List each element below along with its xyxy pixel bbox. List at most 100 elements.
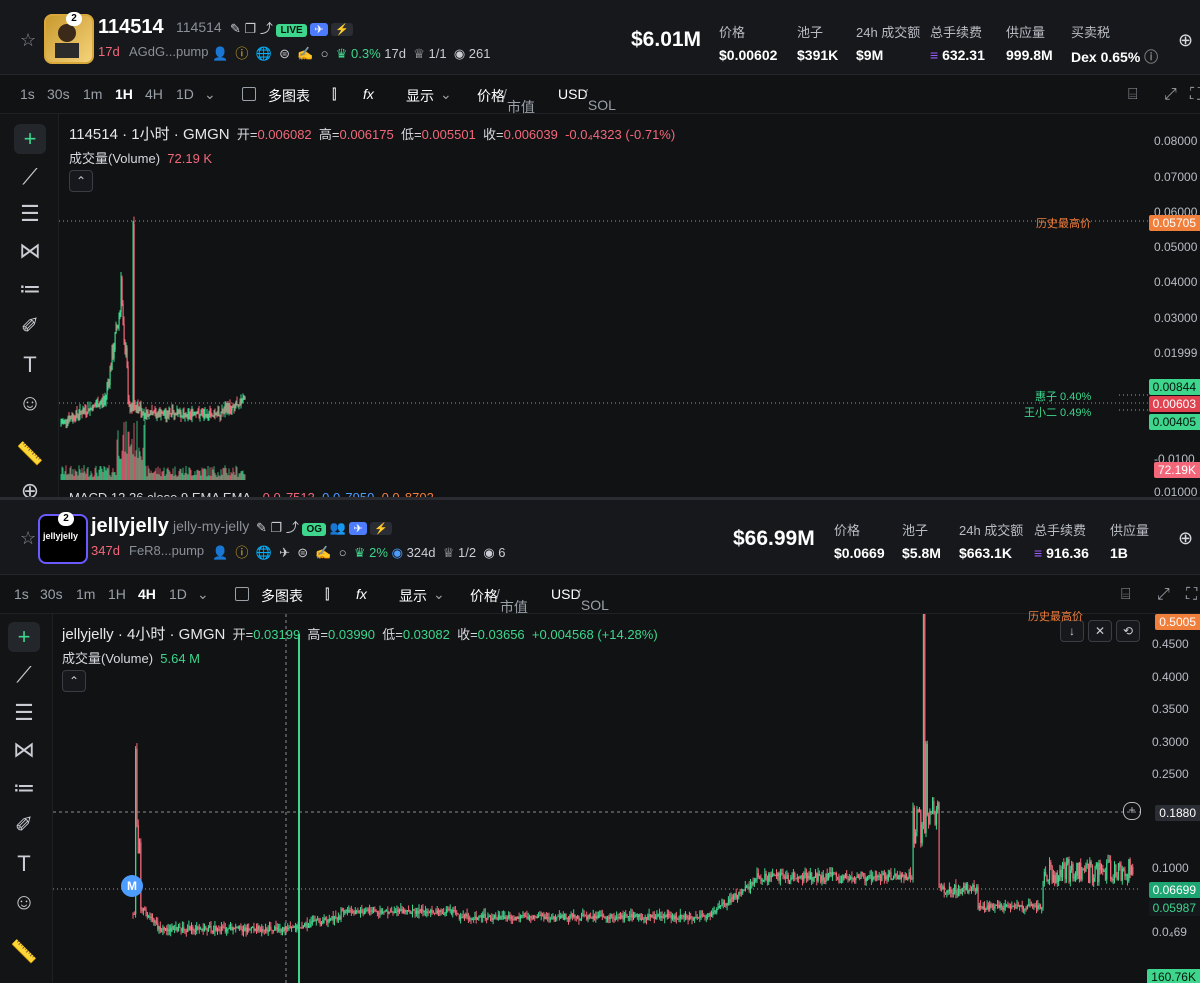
text-tool-icon[interactable]: T: [14, 350, 46, 380]
horizontal-lines-icon[interactable]: ☰: [14, 199, 46, 229]
copy-icon[interactable]: ❐: [271, 520, 283, 535]
stat-pool: 池子 $391K: [797, 25, 839, 63]
brush-icon[interactable]: ✐: [14, 311, 46, 341]
interval-1m[interactable]: 1m: [83, 86, 102, 102]
crosshair-icon[interactable]: +: [14, 124, 46, 154]
multi-chart-checkbox[interactable]: [235, 587, 249, 601]
mcap-toggle[interactable]: / 市值: [496, 586, 528, 615]
interval-1m[interactable]: 1m: [76, 586, 95, 602]
interval-4h[interactable]: 4H: [145, 86, 163, 102]
emoji-icon[interactable]: ☺: [14, 388, 46, 418]
copy-icon[interactable]: ❐: [245, 21, 257, 36]
token-address[interactable]: AGdG...pump: [129, 44, 208, 59]
coin-icon[interactable]: ⊜: [297, 545, 308, 560]
candle-body: [842, 875, 844, 882]
fib-icon[interactable]: ≔: [8, 773, 40, 803]
crosshair-icon[interactable]: +: [8, 622, 40, 652]
candle-body: [772, 873, 774, 876]
token-address[interactable]: FeR8...pump: [129, 543, 204, 558]
horizontal-lines-icon[interactable]: ☰: [8, 698, 40, 728]
expand-icon[interactable]: ⤢: [1157, 586, 1170, 604]
fullscreen-icon[interactable]: ⛶: [1186, 586, 1197, 604]
interval-1h[interactable]: 1H: [115, 86, 133, 102]
chevron-down-icon[interactable]: ⌄: [204, 86, 216, 103]
edit-icon[interactable]: ✎: [256, 520, 267, 535]
candle-body: [616, 917, 618, 919]
price-toggle[interactable]: 价格: [477, 86, 505, 106]
reset-view-icon[interactable]: ⟲: [1116, 620, 1140, 642]
sol-toggle[interactable]: / SOL: [584, 86, 616, 113]
user-icon[interactable]: 👤: [212, 545, 228, 560]
interval-30s[interactable]: 30s: [40, 586, 63, 602]
multi-chart-label[interactable]: 多图表: [268, 86, 310, 106]
favorite-star-icon[interactable]: ☆: [20, 528, 36, 549]
collapse-legend-button[interactable]: ⌃: [69, 170, 93, 192]
interval-30s[interactable]: 30s: [47, 86, 70, 102]
user-icon[interactable]: 👤: [212, 46, 228, 61]
interval-1s[interactable]: 1s: [14, 586, 29, 602]
interval-1d[interactable]: 1D: [176, 86, 194, 102]
collapse-icon[interactable]: ✕: [1088, 620, 1112, 642]
multi-chart-checkbox[interactable]: [242, 87, 256, 101]
camera-icon[interactable]: ⌸: [1121, 586, 1131, 604]
indicator-fx-icon[interactable]: fx: [363, 86, 374, 102]
bolt-icon[interactable]: ⚡: [370, 522, 392, 535]
trendline-icon[interactable]: ⟋: [8, 660, 40, 690]
expand-icon[interactable]: ⤢: [1164, 86, 1177, 104]
tweet-icon[interactable]: ✍: [315, 545, 331, 560]
favorite-star-icon[interactable]: ☆: [20, 30, 36, 51]
warning-icon[interactable]: ⓘ: [235, 545, 248, 560]
add-widget-icon[interactable]: ⊕: [1178, 30, 1193, 51]
bolt-icon[interactable]: ⚡: [331, 23, 353, 36]
sol-toggle[interactable]: / SOL: [577, 586, 609, 613]
emoji-icon[interactable]: ☺: [8, 887, 40, 917]
coin-icon[interactable]: ⊜: [279, 46, 290, 61]
pattern-icon[interactable]: ⋈: [8, 735, 40, 765]
candle-body: [861, 872, 863, 874]
price-chart[interactable]: 114514 · 1小时 · GMGN 开=0.006082 高=0.00617…: [59, 114, 1200, 498]
ruler-icon[interactable]: 📏: [14, 439, 46, 469]
migration-marker[interactable]: M: [121, 875, 143, 897]
zoom-in-icon[interactable]: ⊕: [14, 476, 46, 498]
camera-icon[interactable]: ⌸: [1128, 86, 1138, 104]
add-alert-icon[interactable]: +: [1123, 802, 1141, 820]
multi-chart-label[interactable]: 多图表: [261, 586, 303, 606]
tweet-icon[interactable]: ✍: [297, 46, 313, 61]
edit-icon[interactable]: ✎: [230, 21, 241, 36]
interval-1s[interactable]: 1s: [20, 86, 35, 102]
indicator-fx-icon[interactable]: fx: [356, 586, 367, 602]
warning-icon[interactable]: ⓘ: [235, 46, 248, 61]
search-icon[interactable]: ○: [321, 46, 329, 61]
candle-type-icon[interactable]: ⫿: [332, 86, 336, 103]
mcap-toggle[interactable]: / 市值: [503, 86, 535, 115]
display-menu[interactable]: 显示: [406, 86, 434, 106]
display-menu[interactable]: 显示: [399, 586, 427, 606]
share-icon[interactable]: ⤴: [260, 21, 273, 36]
chevron-down-icon[interactable]: ⌄: [197, 586, 209, 603]
globe-icon[interactable]: 🌐: [256, 46, 272, 61]
globe-icon[interactable]: 🌐: [256, 545, 272, 560]
chevron-down-icon[interactable]: ⌄: [433, 586, 445, 603]
trendline-icon[interactable]: ⟋: [14, 162, 46, 192]
fullscreen-icon[interactable]: ⛶: [1190, 86, 1200, 104]
fib-icon[interactable]: ≔: [14, 274, 46, 304]
chevron-down-icon[interactable]: ⌄: [440, 86, 452, 103]
help-icon[interactable]: ⓘ: [1144, 49, 1158, 65]
text-tool-icon[interactable]: T: [8, 849, 40, 879]
price-toggle[interactable]: 价格: [470, 586, 498, 606]
share-icon[interactable]: ⤴: [286, 520, 299, 535]
brush-icon[interactable]: ✐: [8, 810, 40, 840]
price-chart[interactable]: jellyjelly · 4小时 · GMGN 开=0.03199 高=0.03…: [53, 611, 1200, 983]
pattern-icon[interactable]: ⋈: [14, 236, 46, 266]
add-widget-icon[interactable]: ⊕: [1178, 528, 1193, 549]
telegram-icon[interactable]: ✈: [310, 23, 328, 36]
search-icon[interactable]: ○: [339, 545, 347, 560]
ruler-icon[interactable]: 📏: [8, 937, 40, 967]
collapse-legend-button[interactable]: ⌃: [62, 670, 86, 692]
candle-type-icon[interactable]: ⫿: [325, 586, 329, 603]
interval-1d[interactable]: 1D: [169, 586, 187, 602]
telegram-link-icon[interactable]: ✈: [279, 545, 290, 560]
telegram-icon[interactable]: ✈: [349, 522, 367, 535]
interval-4h[interactable]: 4H: [138, 586, 156, 602]
interval-1h[interactable]: 1H: [108, 586, 126, 602]
